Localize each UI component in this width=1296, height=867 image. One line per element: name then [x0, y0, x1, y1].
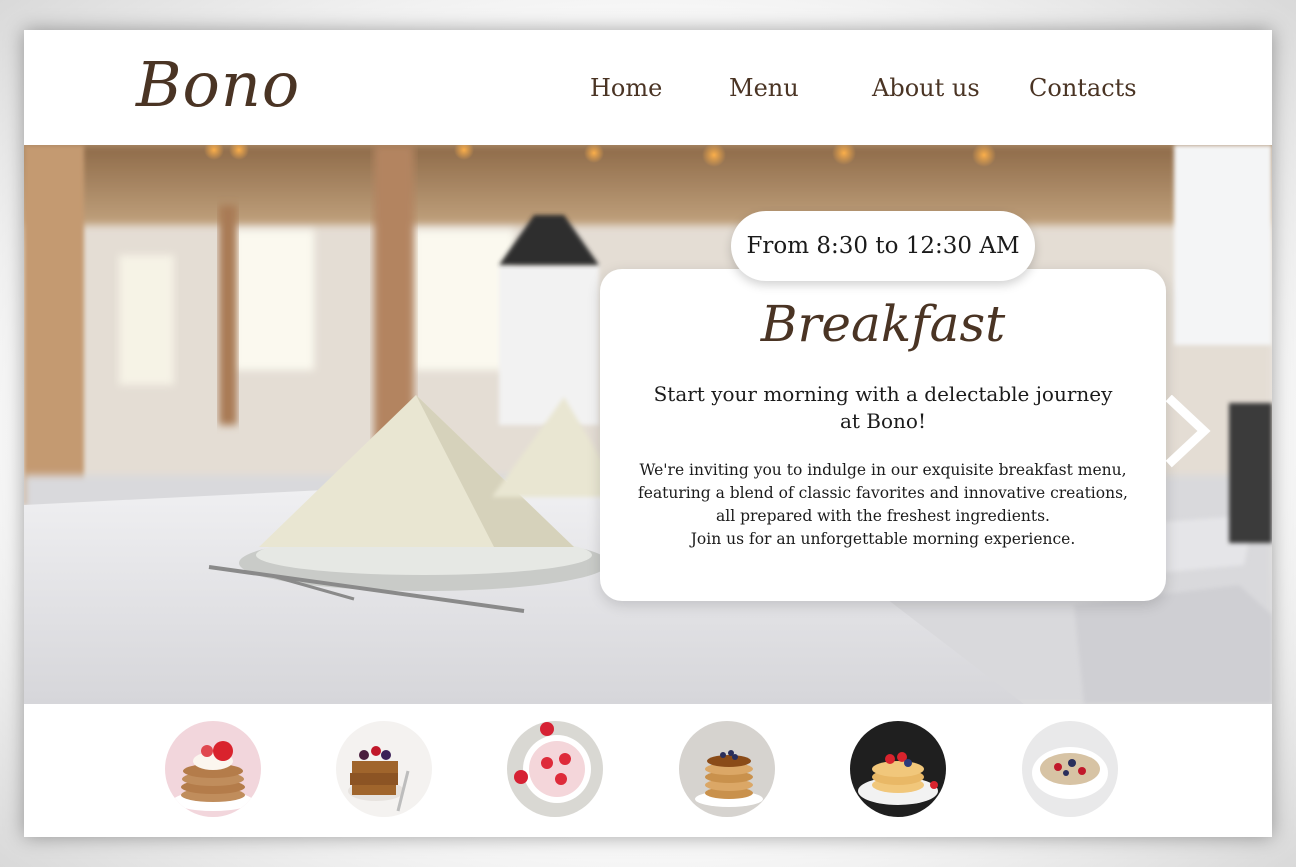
card-lead-text: Start your morning with a delectable jou…	[653, 382, 1113, 433]
strawberry-bowl-thumb[interactable]	[507, 721, 603, 817]
nav-home[interactable]: Home	[590, 74, 662, 102]
pancake-stack-blueberry-thumb[interactable]	[679, 721, 775, 817]
pancakes-fruit-thumb[interactable]	[850, 721, 946, 817]
nav-about-us[interactable]: About us	[872, 74, 980, 102]
card-body-line: We're inviting you to indulge in our exq…	[639, 461, 1127, 479]
hero-banner: From 8:30 to 12:30 AM Breakfast Start yo…	[24, 145, 1272, 704]
card-body-text: We're inviting you to indulge in our exq…	[623, 459, 1143, 551]
waffles-berries-thumb[interactable]	[336, 721, 432, 817]
nav-menu[interactable]: Menu	[729, 74, 799, 102]
nav-contacts[interactable]: Contacts	[1029, 74, 1137, 102]
card-body-line: Join us for an unforgettable morning exp…	[690, 530, 1076, 548]
breakfast-info-card: Breakfast Start your morning with a dele…	[600, 269, 1166, 601]
card-body-line: all prepared with the freshest ingredien…	[716, 507, 1050, 525]
pancakes-strawberry-thumb[interactable]	[165, 721, 261, 817]
site-frame: Bono Home Menu About us Contacts From 8:…	[24, 30, 1272, 837]
dish-thumbnails	[24, 704, 1272, 837]
site-header: Bono Home Menu About us Contacts	[24, 30, 1272, 145]
granola-bowl-thumb[interactable]	[1022, 721, 1118, 817]
card-body-line: featuring a blend of classic favorites a…	[638, 484, 1128, 502]
card-title: Breakfast	[760, 295, 1006, 353]
chevron-right-icon[interactable]	[1164, 394, 1216, 471]
hours-badge: From 8:30 to 12:30 AM	[731, 211, 1035, 281]
brand-logo[interactable]: Bono	[136, 48, 300, 121]
